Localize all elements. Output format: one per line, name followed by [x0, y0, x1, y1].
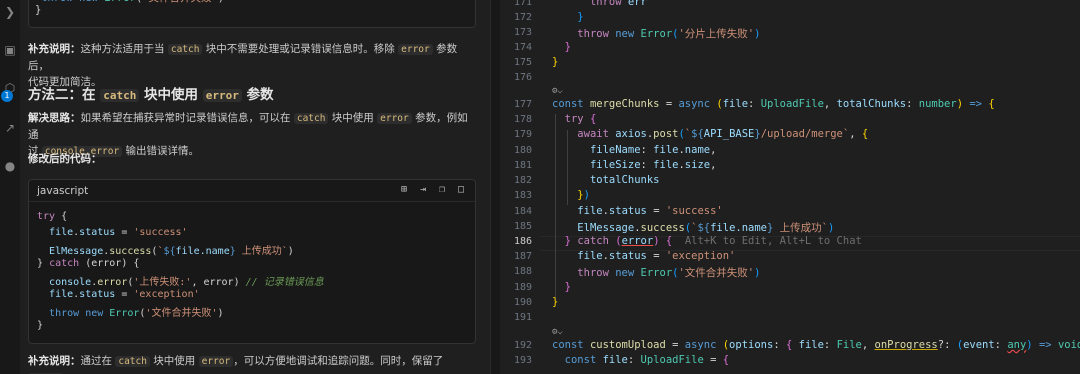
line-number: 172 — [513, 12, 532, 23]
activity-bar: ❯ ▣ ⬡ 1 ↗ ● — [0, 0, 20, 374]
code-line: throw new Error('文件合并失败') — [49, 308, 224, 319]
insert-icon[interactable]: ⊞ — [398, 184, 410, 196]
code-line: } — [35, 4, 42, 16]
line-number: 181 — [513, 160, 532, 171]
line-number: 174 — [513, 42, 532, 53]
code-line-current: } catch (error) { Alt+K to Edit, Alt+L t… — [564, 235, 862, 247]
chevron-right-icon[interactable]: ❯ — [2, 4, 18, 20]
code-editor[interactable]: 171 172 173 174 175 176 177 178 179 180 … — [500, 0, 1080, 374]
extensions-icon[interactable]: ▣ — [2, 42, 18, 58]
line-number: 191 — [513, 312, 532, 323]
line-number: 182 — [513, 175, 532, 186]
line-number: 187 — [513, 251, 532, 262]
line-number: 177 — [513, 99, 532, 110]
code-line: file.status = 'exception' — [577, 250, 736, 262]
line-number: 189 — [513, 282, 532, 293]
code-block-header: javascript ⊞ ⇥ ❐ □ — [29, 180, 475, 202]
line-number: 173 — [513, 27, 532, 38]
code-line: throw new Error('分片上传失败') — [577, 28, 761, 40]
modified-code-label: 修改后的代码： — [28, 153, 102, 165]
code-line: await axios.post(`${API_BASE}/upload/mer… — [577, 128, 869, 140]
pin-icon[interactable]: ↗ — [2, 120, 18, 136]
line-number: 176 — [513, 72, 532, 83]
previous-code-block: throw new Error('文件合并失败') } — [28, 0, 476, 28]
code-line: fileName: file.name, — [589, 144, 717, 156]
code-line: } catch (error) { — [37, 258, 140, 269]
line-number: 175 — [513, 57, 532, 68]
line-number: 188 — [513, 266, 532, 277]
line-number: 193 — [513, 355, 532, 366]
code-line: file.status = 'exception' — [49, 289, 200, 300]
code-line: const file: UploadFile = { — [564, 354, 730, 366]
code-line: file.status = 'success' — [49, 227, 188, 238]
code-line: try { — [564, 113, 597, 125]
code-line: fileSize: file.size, — [589, 159, 717, 171]
line-number: 178 — [513, 114, 532, 125]
line-number: 184 — [513, 206, 532, 217]
ai-lens-icon[interactable]: ⚙⌵ — [552, 86, 563, 96]
panel-divider[interactable] — [490, 0, 500, 374]
line-number: 185 — [513, 221, 532, 232]
code-line: }) — [577, 189, 590, 201]
line-number: 183 — [513, 190, 532, 201]
code-line: throw new Error('文件合并失败') — [577, 267, 761, 279]
code-line: ElMessage.success(`${file.name} 上传成功`) — [49, 246, 294, 257]
code-line: throw err — [589, 0, 647, 8]
code-line: } — [564, 281, 571, 293]
code-line: } — [552, 56, 559, 68]
expand-icon[interactable]: □ — [455, 184, 467, 196]
line-number: 190 — [513, 297, 532, 308]
code-line: const customUpload = async (options: { f… — [552, 339, 1080, 351]
line-number-current: 186 — [513, 236, 532, 247]
code-line: file.status = 'success' — [577, 205, 723, 217]
chat-panel: throw new Error('文件合并失败') } 补充说明：这种方法适用于… — [20, 0, 490, 374]
notification-badge: 1 — [1, 90, 13, 102]
ai-lens-icon[interactable]: ⚙⌵ — [552, 327, 563, 337]
code-line: } — [37, 320, 44, 331]
code-line: try { — [37, 211, 68, 222]
section-heading: 方法二：在 catch 块中使用 error 参数 — [28, 87, 274, 103]
line-number: 171 — [513, 0, 532, 8]
code-line: const mergeChunks = async (file: UploadF… — [552, 98, 995, 110]
note-paragraph-2: 补充说明：通过在 catch 块中使用 error ，可以方便地调试和追踪问题。同… — [28, 353, 478, 374]
line-number: 192 — [513, 340, 532, 351]
code-line: } — [577, 11, 584, 23]
apply-icon[interactable]: ⇥ — [417, 184, 429, 196]
line-number: 179 — [513, 129, 532, 140]
code-line: throw new Error('文件合并失败') — [41, 0, 224, 5]
code-line: console.error('上传失败:', error) // 记录错误信息 — [49, 277, 324, 288]
code-line: totalChunks — [589, 174, 660, 186]
account-icon[interactable]: ● — [2, 158, 18, 174]
code-block: javascript ⊞ ⇥ ❐ □ try { file.status = '… — [28, 179, 476, 344]
code-line: } — [552, 296, 559, 308]
code-line: ElMessage.success(`${file.name} 上传成功`) — [577, 222, 835, 234]
inline-edit-hint: Alt+K to Edit, Alt+L to Chat — [684, 235, 862, 247]
copy-icon[interactable]: ❐ — [436, 184, 448, 196]
code-language-label: javascript — [37, 185, 89, 197]
line-number: 180 — [513, 145, 532, 156]
code-line: } — [564, 41, 571, 53]
